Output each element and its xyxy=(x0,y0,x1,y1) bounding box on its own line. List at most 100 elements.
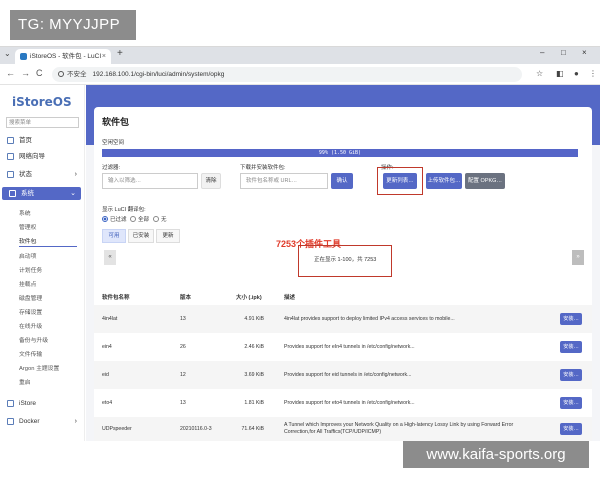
col-size-header: 大小 (.ipk) xyxy=(236,295,262,301)
tab-available[interactable]: 可用 xyxy=(102,229,126,243)
tab-close-icon[interactable]: × xyxy=(102,49,106,64)
package-size: 71.64 KiB xyxy=(241,426,265,432)
back-icon[interactable]: ← xyxy=(6,68,15,78)
tab-list-chevron-icon[interactable]: ⌄ xyxy=(4,49,11,58)
sub-item-storage[interactable]: 存储设置 xyxy=(19,307,42,316)
col-version-header: 版本 xyxy=(180,295,192,301)
sidebar: iStoreOS 搜索菜单 首页 网络向导 状态 › 系统 ⌄ 系统 管理权 软件包… xyxy=(0,85,85,441)
system-icon xyxy=(9,190,16,197)
sub-item-packages[interactable]: 软件包 xyxy=(19,236,36,245)
package-size: 1.81 KiB xyxy=(244,400,264,406)
tab-installed[interactable]: 已安装 xyxy=(128,229,154,243)
bookmark-star-icon[interactable]: ☆ xyxy=(536,69,543,78)
warning-icon xyxy=(58,71,64,77)
radio-filtered[interactable]: 已过滤 xyxy=(102,215,127,223)
menu-kebab-icon[interactable]: ⋮ xyxy=(589,69,597,78)
package-desc: Provides support for eto4 tunnels in /et… xyxy=(284,400,415,406)
filter-input[interactable]: 输入以筛选… xyxy=(102,173,198,189)
package-desc: 4in4lat provides support to deploy limit… xyxy=(284,316,455,322)
favicon-icon xyxy=(20,53,27,60)
profile-icon[interactable]: ● xyxy=(574,69,579,78)
minimize-button[interactable]: – xyxy=(540,48,544,57)
url-text: 192.168.100.1/cgi-bin/luci/admin/system/… xyxy=(92,71,225,78)
side-panel-icon[interactable]: ◧ xyxy=(556,69,564,78)
package-version: 13 xyxy=(180,400,186,406)
sub-item-online-upgrade[interactable]: 在线升级 xyxy=(19,321,42,330)
package-size: 2.46 KiB xyxy=(244,344,264,350)
status-icon xyxy=(7,171,14,178)
sub-item-system[interactable]: 系统 xyxy=(19,208,31,217)
sidebar-item-istore[interactable]: iStore xyxy=(0,397,82,410)
radio-none[interactable]: 无 xyxy=(153,215,167,223)
new-tab-button[interactable]: + xyxy=(117,48,123,59)
sub-item-file-transfer[interactable]: 文件传输 xyxy=(19,349,42,358)
maximize-button[interactable]: □ xyxy=(561,48,566,57)
package-name: UDPspeeder xyxy=(102,426,132,432)
browser-tab[interactable]: iStoreOS - 软件包 - LuCI × xyxy=(15,49,111,64)
package-size: 4.91 KiB xyxy=(244,316,264,322)
reload-icon[interactable]: C xyxy=(36,68,43,78)
sub-item-startup[interactable]: 启动项 xyxy=(19,251,36,260)
display-translations-label: 显示 LuCI 翻译包: xyxy=(102,207,146,213)
chevron-down-icon: ⌄ xyxy=(70,190,76,197)
confirm-button[interactable]: 确认 xyxy=(331,173,353,189)
package-desc: Provides support for eid tunnels in /etc… xyxy=(284,372,412,378)
package-name: eto4 xyxy=(102,400,113,406)
address-bar[interactable]: 不安全 192.168.100.1/cgi-bin/luci/admin/syst… xyxy=(52,67,522,82)
sub-item-mounts[interactable]: 挂载点 xyxy=(19,279,36,288)
disk-space-label: 空闲空间 xyxy=(102,140,125,146)
security-label: 不安全 xyxy=(67,71,87,78)
sub-item-admin[interactable]: 管理权 xyxy=(19,222,36,231)
radio-off-icon xyxy=(130,216,136,222)
sub-item-backup[interactable]: 备份与升级 xyxy=(19,335,48,344)
docker-icon xyxy=(7,418,14,425)
watermark: www.kaifa-sports.org xyxy=(403,441,589,468)
prev-page-button[interactable]: « xyxy=(104,250,116,265)
tab-updates[interactable]: 更新 xyxy=(156,229,180,243)
logo: iStoreOS xyxy=(12,95,72,109)
sub-item-reboot[interactable]: 重启 xyxy=(19,377,31,386)
sidebar-item-docker[interactable]: Docker › xyxy=(0,415,82,428)
disk-space-bar: 99% (1.50 GiB) xyxy=(102,149,578,157)
configure-opkg-button[interactable]: 配置 OPKG… xyxy=(465,173,505,189)
col-name-header: 软件包名称 xyxy=(102,295,130,301)
sidebar-item-status[interactable]: 状态 › xyxy=(0,168,82,181)
address-toolbar: ← → C 不安全 192.168.100.1/cgi-bin/luci/admi… xyxy=(0,64,600,85)
clear-button[interactable]: 清除 xyxy=(201,173,221,189)
sub-item-disk[interactable]: 磁盘管理 xyxy=(19,293,42,302)
close-window-button[interactable]: × xyxy=(582,48,587,57)
sidebar-item-system[interactable]: 系统 ⌄ xyxy=(2,187,81,200)
upload-package-button[interactable]: 上传软件包… xyxy=(426,173,462,189)
package-name: eid xyxy=(102,372,109,378)
table-row: 4in4lat 13 4.91 KiB 4in4lat provides sup… xyxy=(94,305,592,333)
sub-item-argon[interactable]: Argon 主题设置 xyxy=(19,363,59,372)
pagination-status: 正在显示 1-100，共 7253 xyxy=(314,257,377,263)
sub-item-cron[interactable]: 计划任务 xyxy=(19,265,42,274)
filter-label: 过滤器: xyxy=(102,165,121,171)
next-page-button[interactable]: » xyxy=(572,250,584,265)
install-button[interactable]: 安装… xyxy=(560,341,582,353)
install-button[interactable]: 安装… xyxy=(560,423,582,435)
tab-bar: ⌄ iStoreOS - 软件包 - LuCI × + – □ × xyxy=(0,47,600,64)
radio-all[interactable]: 全部 xyxy=(130,215,149,223)
package-size: 3.69 KiB xyxy=(244,372,264,378)
install-button[interactable]: 安装… xyxy=(560,397,582,409)
table-row: eid 12 3.69 KiB Provides support for eid… xyxy=(94,361,592,389)
package-version: 26 xyxy=(180,344,186,350)
install-button[interactable]: 安装… xyxy=(560,369,582,381)
sidebar-item-network-wizard[interactable]: 网络向导 xyxy=(0,150,82,163)
package-desc: Provides support for eIn4 tunnels in /et… xyxy=(284,344,415,350)
table-row: eto4 13 1.81 KiB Provides support for et… xyxy=(94,389,592,417)
channel-tag: TG: MYYJJPP xyxy=(10,10,136,40)
menu-search-input[interactable]: 搜索菜单 xyxy=(6,117,79,128)
sidebar-item-home[interactable]: 首页 xyxy=(0,134,82,147)
browser-window: ⌄ iStoreOS - 软件包 - LuCI × + – □ × ← → C … xyxy=(0,46,600,441)
forward-icon[interactable]: → xyxy=(21,68,30,78)
package-url-input[interactable]: 软件包名称或 URL… xyxy=(240,173,328,189)
install-button[interactable]: 安装… xyxy=(560,313,582,325)
home-icon xyxy=(7,137,14,144)
package-version: 13 xyxy=(180,316,186,322)
page-title: 软件包 xyxy=(102,117,130,127)
package-desc: A Tunnel which Improves your Network Qua… xyxy=(284,422,514,435)
tab-title: iStoreOS - 软件包 - LuCI xyxy=(30,53,102,60)
